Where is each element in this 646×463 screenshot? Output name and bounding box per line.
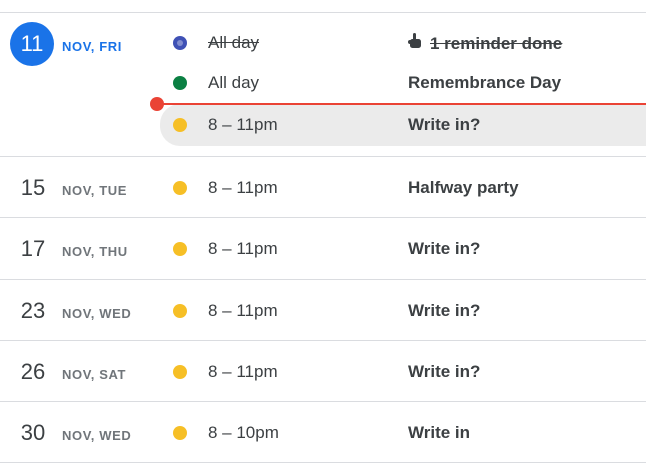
event-time: 8 – 11pm <box>208 178 278 197</box>
day-label: NOV, THU <box>62 244 128 259</box>
event-title: Write in <box>408 423 471 442</box>
event-title: Write in? <box>408 115 481 134</box>
day-row: 11 NOV, FRI All day 1 reminder done All … <box>0 13 646 157</box>
event-title: Write in? <box>408 301 481 320</box>
event-color-dot <box>173 181 187 195</box>
event-item[interactable]: 8 – 10pm Write in <box>160 413 646 453</box>
event-title: Write in? <box>408 239 481 258</box>
event-time: 8 – 11pm <box>208 301 278 320</box>
day-label: NOV, SAT <box>62 367 127 382</box>
event-item-selected[interactable]: 8 – 11pm Write in? <box>160 104 646 146</box>
event-item[interactable]: All day Remembrance Day <box>160 63 646 103</box>
event-time: 8 – 10pm <box>208 423 279 442</box>
event-time: All day <box>208 73 260 92</box>
current-time-dot <box>150 97 164 111</box>
day-number[interactable]: 30 <box>10 420 56 446</box>
current-time-line <box>160 103 646 105</box>
day-row: 17 NOV, THU 8 – 11pm Write in? <box>0 218 646 280</box>
day-label: NOV, WED <box>62 428 132 443</box>
event-title: Remembrance Day <box>408 73 562 92</box>
day-label: NOV, FRI <box>62 39 122 54</box>
event-item[interactable]: All day 1 reminder done <box>160 23 646 63</box>
event-color-dot <box>173 36 187 50</box>
day-row: 30 NOV, WED 8 – 10pm Write in <box>0 402 646 463</box>
event-title: 1 reminder done <box>408 33 562 54</box>
event-time: 8 – 11pm <box>208 362 278 381</box>
event-time: All day <box>208 33 260 52</box>
day-number[interactable]: 17 <box>10 236 56 262</box>
day-label: NOV, WED <box>62 306 132 321</box>
agenda-view: 11 NOV, FRI All day 1 reminder done All … <box>0 0 646 463</box>
day-number-today[interactable]: 11 <box>10 22 54 66</box>
reminder-hand-icon <box>408 33 424 54</box>
event-time: 8 – 11pm <box>208 239 278 258</box>
event-time: 8 – 11pm <box>208 115 278 134</box>
event-item[interactable]: 8 – 11pm Halfway party <box>160 168 646 208</box>
day-number[interactable]: 15 <box>10 175 56 201</box>
day-row: 23 NOV, WED 8 – 11pm Write in? <box>0 280 646 341</box>
event-color-dot <box>173 426 187 440</box>
event-title: Halfway party <box>408 178 519 197</box>
day-label: NOV, TUE <box>62 183 128 198</box>
day-number[interactable]: 26 <box>10 359 56 385</box>
day-number[interactable]: 23 <box>10 298 56 324</box>
event-item[interactable]: 8 – 11pm Write in? <box>160 352 646 392</box>
event-color-dot <box>173 76 187 90</box>
event-color-dot <box>173 242 187 256</box>
event-color-dot <box>173 118 187 132</box>
day-row: 15 NOV, TUE 8 – 11pm Halfway party <box>0 157 646 218</box>
event-item[interactable]: 8 – 11pm Write in? <box>160 291 646 331</box>
event-item[interactable]: 8 – 11pm Write in? <box>160 229 646 269</box>
event-title-text: 1 reminder done <box>430 34 563 53</box>
event-color-dot <box>173 365 187 379</box>
event-color-dot <box>173 304 187 318</box>
day-row: 26 NOV, SAT 8 – 11pm Write in? <box>0 341 646 402</box>
event-title: Write in? <box>408 362 481 381</box>
